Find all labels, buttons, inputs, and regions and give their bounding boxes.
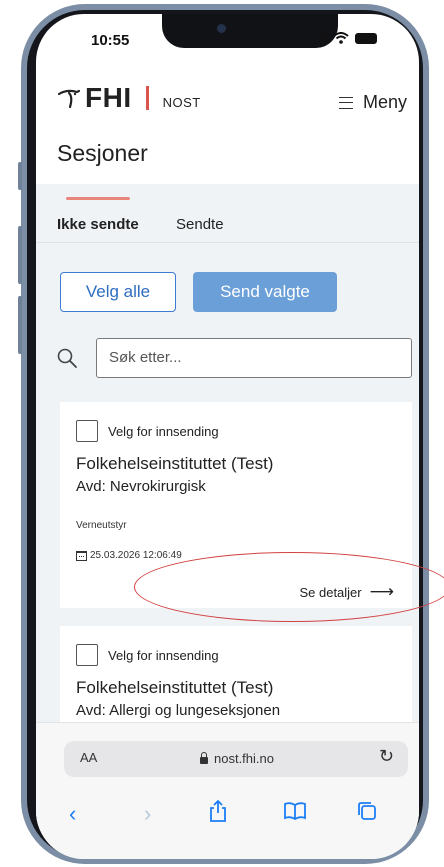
battery-icon bbox=[355, 32, 377, 44]
forward-icon[interactable]: › bbox=[144, 801, 151, 827]
session-card: Velg for innsending Folkehelseinstitutte… bbox=[60, 402, 412, 608]
tab-sendte[interactable]: Sendte bbox=[176, 216, 224, 233]
active-tab-indicator bbox=[66, 197, 130, 200]
product-name: NOST bbox=[162, 94, 201, 110]
side-button-silent bbox=[18, 162, 22, 190]
arrow-right-icon: ⟶ bbox=[369, 582, 394, 601]
session-datetime: 25.03.2026 12:06:49 bbox=[76, 550, 182, 561]
checkbox-label: Velg for innsending bbox=[108, 423, 219, 439]
datetime-text: 25.03.2026 12:06:49 bbox=[90, 550, 182, 561]
lock-icon bbox=[200, 751, 208, 764]
back-icon[interactable]: ‹ bbox=[69, 801, 76, 827]
select-for-submission[interactable]: Velg for innsending bbox=[76, 420, 219, 442]
organization-name: Folkehelseinstituttet (Test) bbox=[76, 454, 274, 473]
search-icon bbox=[57, 348, 77, 368]
fhi-bird-icon bbox=[57, 89, 81, 109]
select-for-submission[interactable]: Velg for innsending bbox=[76, 644, 219, 666]
checkbox[interactable] bbox=[76, 644, 98, 666]
select-all-button[interactable]: Velg alle bbox=[60, 272, 176, 312]
organization-name: Folkehelseinstituttet (Test) bbox=[76, 678, 274, 697]
share-icon[interactable] bbox=[208, 799, 228, 823]
calendar-icon bbox=[76, 550, 87, 561]
tabs-divider bbox=[36, 242, 419, 243]
menu-button[interactable]: Meny bbox=[338, 92, 407, 113]
side-button-volume-down bbox=[18, 296, 22, 354]
brand-separator bbox=[145, 86, 149, 110]
details-label: Se detaljer bbox=[299, 584, 362, 600]
checkbox-label: Velg for innsending bbox=[108, 647, 219, 663]
url-display[interactable]: nost.fhi.no bbox=[200, 751, 274, 766]
search-input[interactable]: Søk etter... bbox=[96, 338, 412, 378]
page-title: Sesjoner bbox=[57, 140, 148, 166]
bookmarks-icon[interactable] bbox=[283, 801, 307, 821]
checkbox[interactable] bbox=[76, 420, 98, 442]
reload-icon[interactable]: ↻ bbox=[379, 746, 394, 767]
tabs-icon[interactable] bbox=[357, 801, 377, 821]
status-icons bbox=[309, 32, 377, 44]
url-text: nost.fhi.no bbox=[214, 751, 274, 766]
wifi-icon bbox=[333, 32, 349, 44]
hamburger-icon bbox=[338, 96, 353, 109]
send-selected-button[interactable]: Send valgte bbox=[193, 272, 337, 312]
screen: 10:55 FHI NOST Meny Sesjoner Ikke sendte… bbox=[36, 14, 419, 859]
fhi-logo[interactable]: FHI NOST bbox=[57, 82, 201, 114]
department-name: Avd: Nevrokirurgisk bbox=[76, 478, 206, 495]
address-bar[interactable]: AA nost.fhi.no ↻ bbox=[64, 741, 408, 777]
menu-label: Meny bbox=[362, 92, 407, 112]
department-name: Avd: Allergi og lungeseksjonen bbox=[76, 702, 281, 719]
signal-icon bbox=[309, 32, 327, 44]
status-time: 10:55 bbox=[91, 32, 130, 49]
category-tag: Verneutstyr bbox=[76, 520, 127, 531]
side-button-volume-up bbox=[18, 226, 22, 284]
safari-toolbar: AA nost.fhi.no ↻ ‹ › bbox=[36, 722, 419, 859]
text-size-button[interactable]: AA bbox=[80, 750, 97, 765]
brand-name: FHI bbox=[85, 82, 132, 113]
camera bbox=[217, 24, 226, 33]
see-details-link[interactable]: Se detaljer ⟶ bbox=[299, 582, 394, 602]
tab-ikke-sendte[interactable]: Ikke sendte bbox=[57, 216, 139, 233]
